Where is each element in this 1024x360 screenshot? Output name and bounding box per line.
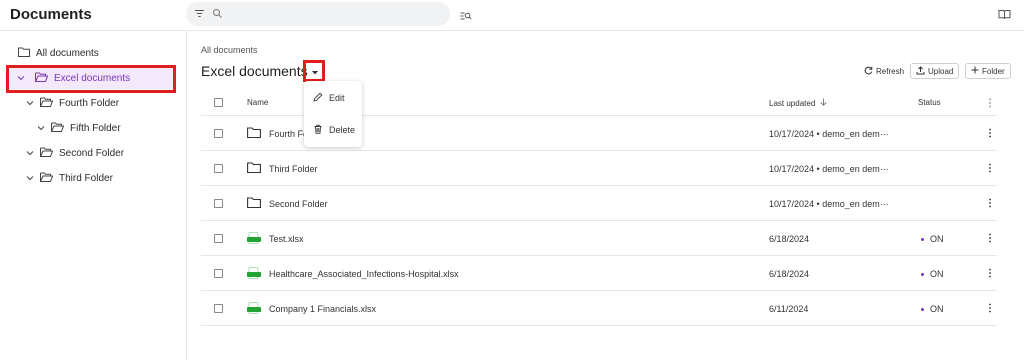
status-badge: ON [921, 234, 944, 244]
row-menu-icon[interactable] [988, 303, 992, 315]
status-badge: ON [921, 269, 944, 279]
column-options-icon[interactable] [988, 98, 992, 110]
name-cell[interactable]: Test.xlsx [247, 232, 304, 246]
table-row[interactable]: Test.xlsx 6/18/2024 ON [201, 221, 997, 256]
excel-file-icon [247, 302, 261, 316]
select-all-checkbox[interactable] [214, 98, 223, 107]
plus-icon [971, 66, 982, 76]
table-row[interactable]: Third Folder 10/17/2024 • demo_en dem··· [201, 151, 997, 186]
new-folder-button[interactable]: Folder [965, 63, 1011, 79]
table-row[interactable]: Second Folder 10/17/2024 • demo_en dem··… [201, 186, 997, 221]
upload-button[interactable]: Upload [910, 63, 960, 79]
folder-icon [247, 162, 261, 175]
row-checkbox[interactable] [214, 269, 223, 278]
arrow-down-icon [820, 98, 827, 108]
updated-cell: 10/17/2024 • demo_en dem··· [769, 164, 889, 174]
tree-item-fourth-folder[interactable]: Fourth Folder [26, 92, 119, 114]
chevron-down-icon[interactable] [37, 123, 45, 134]
row-checkbox[interactable] [214, 304, 223, 313]
menu-item-edit[interactable]: Edit [304, 84, 362, 112]
page-title: Excel documents [201, 63, 308, 79]
refresh-button[interactable]: Refresh [859, 63, 909, 79]
upload-icon [916, 65, 928, 77]
updated-cell: 6/18/2024 [769, 269, 810, 279]
top-bar: Documents [0, 0, 1024, 31]
folder-open-icon [40, 147, 54, 160]
name-cell[interactable]: Healthcare_Associated_Infections-Hospita… [247, 267, 459, 281]
row-menu-icon[interactable] [988, 128, 992, 140]
chevron-down-icon[interactable] [26, 98, 34, 109]
column-last-updated[interactable]: Last updated [769, 98, 827, 108]
folder-tree: All documents Excel documents Fourth Fol… [0, 31, 187, 360]
status-dot [921, 237, 924, 241]
excel-file-icon [247, 267, 261, 281]
tree-item-second-folder[interactable]: Second Folder [26, 142, 124, 164]
filter-icon[interactable] [194, 6, 205, 24]
row-menu-icon[interactable] [988, 163, 992, 175]
row-checkbox[interactable] [214, 129, 223, 138]
column-name[interactable]: Name [247, 98, 268, 107]
updated-cell: 10/17/2024 • demo_en dem··· [769, 129, 889, 139]
pencil-icon [304, 92, 329, 104]
status-dot [921, 272, 924, 276]
table-row[interactable]: Company 1 Financials.xlsx 6/11/2024 ON [201, 291, 997, 326]
title-dropdown-menu: Edit Delete [304, 81, 362, 147]
folder-icon [18, 47, 30, 60]
tree-item-fifth-folder[interactable]: Fifth Folder [37, 117, 121, 139]
trash-icon [304, 124, 329, 136]
name-cell[interactable]: Company 1 Financials.xlsx [247, 302, 376, 316]
name-cell[interactable]: Second Folder [247, 197, 328, 210]
tree-item-label: Second Folder [59, 147, 125, 159]
row-menu-icon[interactable] [988, 233, 992, 245]
name-cell[interactable]: Third Folder [247, 162, 318, 175]
row-checkbox[interactable] [214, 164, 223, 173]
chevron-down-icon[interactable] [26, 173, 34, 184]
tree-item-label: Third Folder [59, 172, 113, 184]
updated-cell: 6/18/2024 [769, 234, 810, 244]
updated-cell: 10/17/2024 • demo_en dem··· [769, 199, 889, 209]
status-badge: ON [921, 304, 944, 314]
row-checkbox[interactable] [214, 234, 223, 243]
tree-item-label: All documents [36, 47, 99, 59]
folder-icon [247, 127, 261, 140]
tree-item-label: Fifth Folder [70, 122, 121, 134]
chevron-down-icon[interactable] [26, 148, 34, 159]
table-row[interactable]: Healthcare_Associated_Infections-Hospita… [201, 256, 997, 291]
book-icon[interactable] [998, 7, 1011, 25]
excel-file-icon [247, 232, 261, 246]
status-dot [921, 307, 924, 311]
refresh-icon [864, 66, 876, 77]
highlight-box [6, 65, 176, 93]
name-cell[interactable]: Fourth Fo [247, 127, 308, 140]
folder-icon [247, 197, 261, 210]
tree-item-third-folder[interactable]: Third Folder [26, 167, 113, 189]
tree-item-label: Fourth Folder [59, 97, 120, 109]
folder-open-icon [40, 172, 54, 185]
updated-cell: 6/11/2024 [769, 304, 809, 314]
tree-item-all-documents[interactable]: All documents [18, 42, 99, 64]
search-icon [212, 6, 223, 24]
row-menu-icon[interactable] [988, 198, 992, 210]
row-checkbox[interactable] [214, 199, 223, 208]
menu-item-delete[interactable]: Delete [304, 116, 362, 144]
folder-open-icon [40, 97, 54, 110]
search-input[interactable] [228, 5, 438, 23]
search-bar[interactable] [186, 2, 450, 26]
row-menu-icon[interactable] [988, 268, 992, 280]
breadcrumb[interactable]: All documents [201, 45, 258, 55]
highlight-box [303, 60, 325, 82]
column-status[interactable]: Status [918, 98, 941, 107]
folder-open-icon [51, 122, 65, 135]
app-title: Documents [10, 6, 92, 23]
advanced-search-icon[interactable] [460, 8, 472, 26]
